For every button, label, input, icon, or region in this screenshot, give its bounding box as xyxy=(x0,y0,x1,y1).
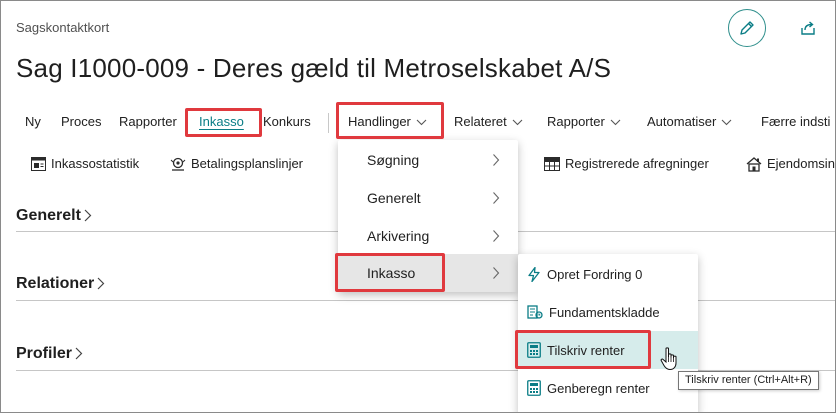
calculator-icon xyxy=(527,342,541,358)
inkassostatistik-button[interactable]: Inkassostatistik xyxy=(31,147,139,181)
action-proces[interactable]: Proces xyxy=(61,105,101,139)
action-separator xyxy=(328,113,329,133)
share-button[interactable] xyxy=(797,17,819,39)
action-handlinger[interactable]: Handlinger xyxy=(348,105,427,139)
edit-button[interactable] xyxy=(728,9,766,47)
chevron-right-icon xyxy=(493,230,500,242)
lightning-icon xyxy=(528,266,540,282)
chevron-right-icon xyxy=(493,192,500,204)
menu-item-soegning[interactable]: Søgning xyxy=(338,141,518,179)
menu-item-arkivering[interactable]: Arkivering xyxy=(338,217,518,255)
menu-item-generelt[interactable]: Generelt xyxy=(338,179,518,217)
section-divider xyxy=(16,300,835,301)
action-relateret[interactable]: Relateret xyxy=(454,105,523,139)
chevron-right-icon xyxy=(493,267,500,279)
journal-icon xyxy=(527,305,543,319)
page-caption: Sagskontaktkort xyxy=(16,20,110,35)
section-profiler[interactable]: Profiler xyxy=(16,345,83,363)
menu-item-inkasso[interactable]: Inkasso xyxy=(338,254,518,292)
handlinger-menu: Søgning Generelt Arkivering Inkasso xyxy=(338,140,518,292)
betalingsplanslinjer-button[interactable]: Betalingsplanslinjer xyxy=(170,147,303,181)
chevron-down-icon xyxy=(721,119,732,126)
section-relationer[interactable]: Relationer xyxy=(16,275,105,293)
pencil-icon xyxy=(740,21,754,35)
page-title: Sag I1000-009 - Deres gæld til Metrosels… xyxy=(16,53,612,83)
registrerede-afregninger-button[interactable]: Registrerede afregninger xyxy=(544,147,709,181)
tooltip: Tilskriv renter (Ctrl+Alt+R) xyxy=(678,371,819,390)
chevron-down-icon xyxy=(610,119,621,126)
chevron-right-icon xyxy=(84,209,92,222)
registered-settlements-icon xyxy=(544,157,560,171)
hand-cursor-icon xyxy=(660,347,677,371)
calculator-icon xyxy=(527,380,541,396)
statistics-icon xyxy=(31,157,46,171)
action-faerre-indstillinger[interactable]: Færre indsti xyxy=(761,105,830,139)
chevron-right-icon xyxy=(97,277,105,290)
chevron-right-icon xyxy=(75,347,83,360)
action-inkasso[interactable]: Inkasso xyxy=(199,105,244,139)
payment-plan-icon xyxy=(170,157,186,171)
action-rapporter[interactable]: Rapporter xyxy=(119,105,177,139)
action-ny[interactable]: Ny xyxy=(25,105,41,139)
chevron-down-icon xyxy=(416,119,427,126)
chevron-down-icon xyxy=(512,119,523,126)
page-frame: Sagskontaktkort Sag I1000-009 - Deres gæ… xyxy=(0,0,836,413)
share-icon xyxy=(801,21,815,35)
submenu-item-opret-fordring[interactable]: Opret Fordring 0 xyxy=(518,255,698,293)
section-generelt[interactable]: Generelt xyxy=(16,207,92,225)
submenu-item-genberegn-renter[interactable]: Genberegn renter xyxy=(518,369,698,407)
inkasso-submenu: Opret Fordring 0 Fundamentskladde Tilskr… xyxy=(518,254,698,412)
action-automatiser[interactable]: Automatiser xyxy=(647,105,732,139)
submenu-item-fundamentskladde[interactable]: Fundamentskladde xyxy=(518,293,698,331)
action-konkurs[interactable]: Konkurs xyxy=(263,105,311,139)
action-bar: Ny Proces Rapporter Inkasso Konkurs Hand… xyxy=(1,105,835,139)
ejendomsinformation-button[interactable]: Ejendomsin xyxy=(746,147,835,181)
chevron-right-icon xyxy=(493,154,500,166)
action-rapporter-menu[interactable]: Rapporter xyxy=(547,105,621,139)
property-icon xyxy=(746,156,762,172)
